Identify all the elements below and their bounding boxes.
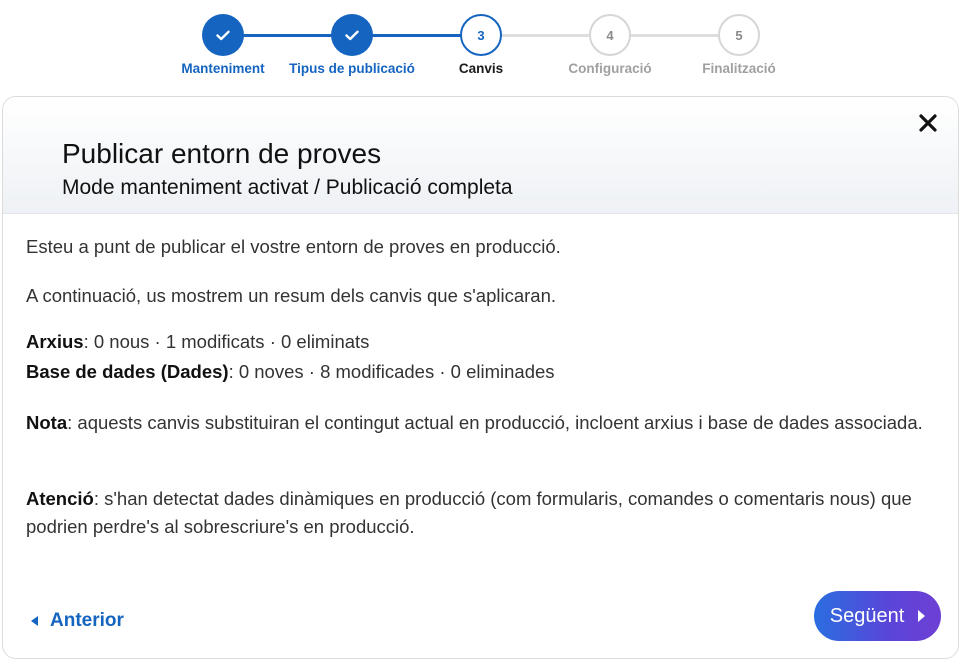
database-summary: Base de dades (Dades): 0 noves · 8 modif… [26,358,926,386]
warning-paragraph: Atenció: s'han detectat dades dinàmiques… [26,485,926,541]
database-label: Base de dades (Dades) [26,361,229,382]
warning-label: Atenció [26,488,94,509]
database-value: : 0 noves · 8 modificades · 0 eliminades [228,361,555,382]
previous-label: Anterior [50,610,124,631]
progress-stepper: 3 4 5 Manteniment Tipus de publicació Ca… [0,0,962,96]
next-button[interactable]: Següent [814,591,941,641]
files-summary: Arxius: 0 nous · 1 modificats · 0 elimin… [26,328,926,356]
close-button[interactable] [916,111,940,135]
note-paragraph: Nota: aquests canvis substituiran el con… [26,409,926,437]
next-label: Següent [829,604,905,627]
step-4-circle: 4 [589,14,631,56]
intro-text: Esteu a punt de publicar el vostre entor… [26,236,561,257]
note-text: : aquests canvis substituiran el conting… [67,412,923,433]
chevron-right-icon [918,610,926,622]
files-value: : 0 nous · 1 modificats · 0 eliminats [83,331,370,352]
summary-intro-text: A continuació, us mostrem un resum dels … [26,285,557,306]
checkmark-icon [345,30,359,40]
dialog-header: Publicar entorn de proves Mode mantenime… [3,97,958,214]
publish-dialog: Publicar entorn de proves Mode mantenime… [2,96,959,659]
step-1-circle [202,14,244,56]
step-5-circle: 5 [718,14,760,56]
warning-text: : s'han detectat dades dinàmiques en pro… [26,488,912,537]
chevron-left-icon [31,616,38,626]
checkmark-icon [216,30,230,40]
close-icon [919,114,937,132]
note-label: Nota [26,412,68,433]
step-2-circle [331,14,373,56]
files-label: Arxius [26,331,84,352]
previous-button[interactable]: Anterior [31,610,124,632]
step-3-circle: 3 [460,14,502,56]
dialog-title: Publicar entorn de proves [62,138,382,169]
dialog-subtitle: Mode manteniment activat / Publicació co… [62,176,513,199]
step-5-label: Finalització [702,61,776,76]
